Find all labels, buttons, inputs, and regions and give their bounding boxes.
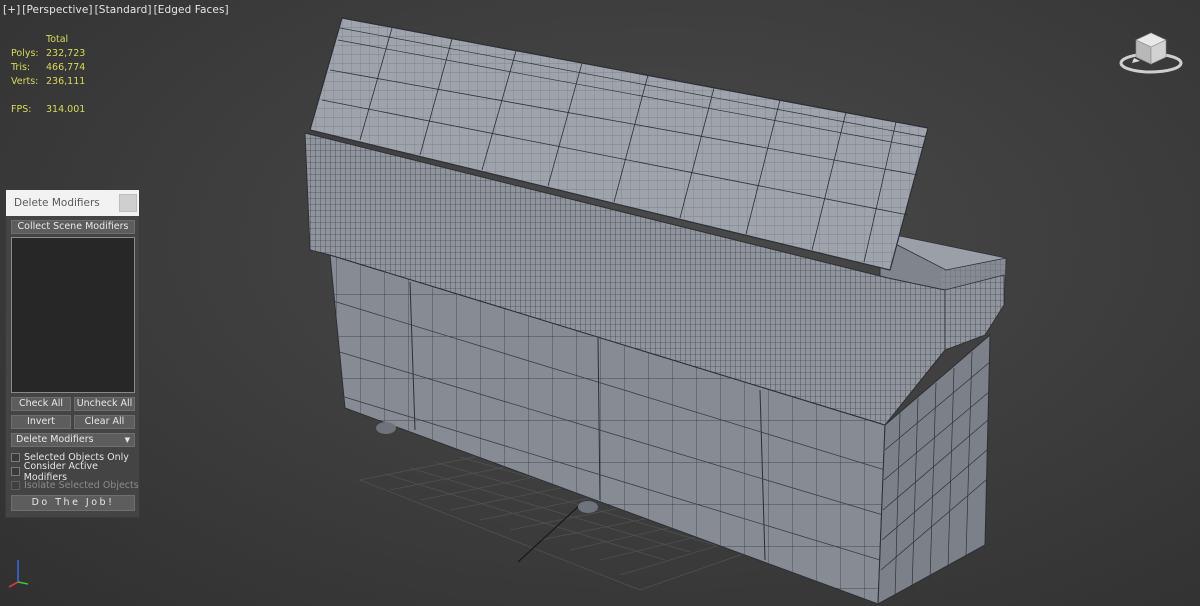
checkbox-box[interactable] bbox=[11, 467, 20, 476]
checkbox-box bbox=[11, 481, 20, 490]
isolate-selected-objects-checkbox: Isolate Selected Objects bbox=[11, 479, 139, 492]
collect-scene-modifiers-button[interactable]: Collect Scene Modifiers bbox=[11, 220, 135, 234]
stats-row-fps: FPS: 314.001 bbox=[11, 104, 86, 115]
viewport-scene[interactable] bbox=[0, 0, 1200, 606]
panel-title: Delete Modifiers bbox=[14, 197, 100, 209]
mode-dropdown-value: Delete Modifiers bbox=[16, 434, 94, 445]
uncheck-all-button[interactable]: Uncheck All bbox=[74, 397, 135, 411]
viewport-view-menu[interactable]: [Perspective] bbox=[22, 4, 92, 16]
checkbox-label: Isolate Selected Objects bbox=[24, 480, 139, 491]
do-the-job-button[interactable]: Do The Job! bbox=[11, 495, 135, 511]
modifiers-listbox[interactable] bbox=[11, 237, 135, 393]
panel-close-button[interactable] bbox=[119, 194, 137, 212]
consider-active-modifiers-checkbox[interactable]: Consider Active Modifiers bbox=[11, 461, 139, 483]
viewport-shading-standard-menu[interactable]: [Standard] bbox=[95, 4, 152, 16]
scene-statistics: Total Polys: 232,723 Tris: 466,774 Verts: 2… bbox=[11, 33, 106, 117]
chevron-down-icon: ▼ bbox=[124, 436, 130, 444]
viewport-plus-menu[interactable]: [+] bbox=[3, 4, 20, 16]
viewcube-icon[interactable] bbox=[1118, 26, 1188, 82]
viewport-label-bar: [+] [Perspective] [Standard] [Edged Faces] bbox=[3, 4, 231, 16]
delete-modifiers-panel: Delete Modifiers Collect Scene Modifiers… bbox=[6, 190, 139, 517]
panel-title-bar[interactable]: Delete Modifiers bbox=[6, 190, 139, 216]
stats-row-polys: Polys: 232,723 bbox=[11, 48, 86, 59]
stats-row-tris: Tris: 466,774 bbox=[11, 62, 86, 73]
invert-button[interactable]: Invert bbox=[11, 415, 71, 429]
mode-dropdown[interactable]: Delete Modifiers ▼ bbox=[11, 433, 135, 447]
stats-row-verts: Verts: 236,111 bbox=[11, 76, 86, 87]
viewport-display-mode-menu[interactable]: [Edged Faces] bbox=[154, 4, 229, 16]
check-all-button[interactable]: Check All bbox=[11, 397, 71, 411]
stats-header: Total bbox=[46, 34, 69, 45]
clear-all-button[interactable]: Clear All bbox=[74, 415, 135, 429]
checkbox-box[interactable] bbox=[11, 453, 20, 462]
axis-tripod-icon bbox=[8, 560, 29, 588]
